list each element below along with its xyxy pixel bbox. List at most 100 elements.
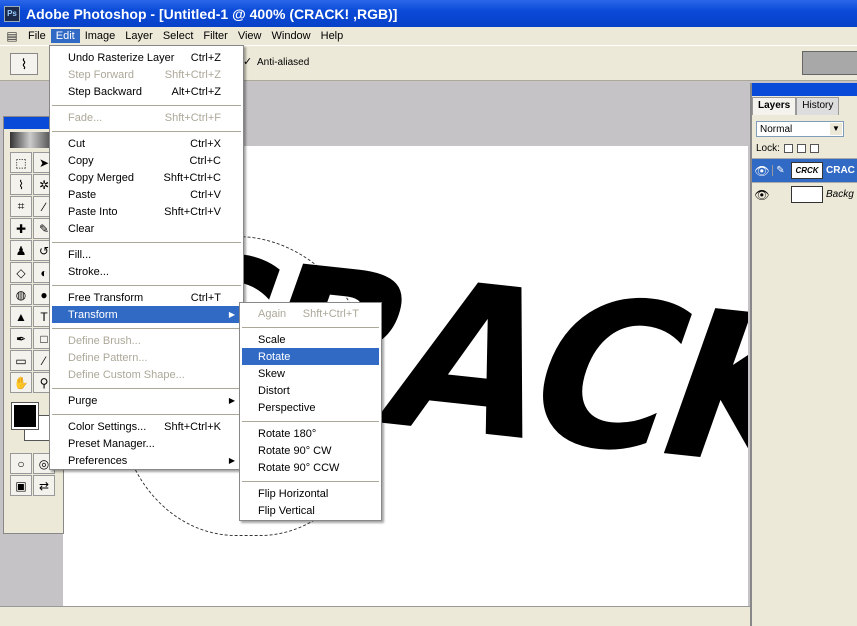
chevron-down-icon[interactable]: ▼ [830,123,842,135]
menu-item-define-pattern[interactable]: Define Pattern... [52,349,241,366]
menu-item-paste[interactable]: Paste Ctrl+V [52,186,241,203]
menu-item-label: Preset Manager... [68,437,155,450]
hand-tool-icon[interactable]: ✋ [10,372,32,393]
blend-mode-select[interactable]: Normal ▼ [756,121,844,137]
menu-item-label: Rotate [258,350,291,363]
menu-item-label: Rotate 180° [258,427,317,440]
menu-view[interactable]: View [233,29,267,43]
menu-item-label: Skew [258,367,285,380]
menu-item-scale[interactable]: Scale [242,331,379,348]
menu-filter[interactable]: Filter [198,29,232,43]
healing-brush-tool-icon[interactable]: ✚ [10,218,32,239]
layer-thumbnail [791,186,823,203]
layer-row[interactable]: 👁 Backg [752,182,857,206]
menu-item-rotate-90-ccw[interactable]: Rotate 90° CCW [242,459,379,476]
notes-tool-icon[interactable]: ▭ [10,350,32,371]
lock-image-checkbox[interactable] [796,144,806,153]
menu-separator [242,326,379,328]
pen-tool-icon[interactable]: ✒ [10,328,32,349]
standard-mode-icon[interactable]: ○ [10,453,32,474]
menu-item-label: Rotate 90° CCW [258,461,340,474]
menu-item-clear[interactable]: Clear [52,220,241,237]
menu-separator [52,284,241,286]
menu-item-label: Step Backward [68,85,142,98]
menu-item-flip-horizontal[interactable]: Flip Horizontal [242,485,379,502]
menu-item-shortcut: Ctrl+X [190,137,221,150]
menu-help[interactable]: Help [316,29,349,43]
menu-item-again[interactable]: Again Shft+Ctrl+T [242,305,379,322]
lock-position-checkbox[interactable] [809,144,819,153]
stamp-tool-icon[interactable]: ♟ [10,240,32,261]
menu-select[interactable]: Select [158,29,199,43]
menu-item-rotate-180[interactable]: Rotate 180° [242,425,379,442]
submenu-arrow-icon: ▶ [228,396,235,405]
menu-item-label: Perspective [258,401,316,414]
menu-edit[interactable]: Edit [50,29,80,43]
menu-item-transform[interactable]: Transform ▶ [52,306,241,323]
layer-name: Backg [826,189,854,200]
antialiased-checkbox[interactable]: ✓ Anti-aliased [243,57,309,69]
menu-item-shortcut: Shft+Ctrl+T [302,307,359,320]
path-selection-tool-icon[interactable]: ▲ [10,306,32,327]
menu-file[interactable]: File [23,29,51,43]
menu-separator [52,130,241,132]
menu-item-fade[interactable]: Fade... Shft+Ctrl+F [52,109,241,126]
menu-item-cut[interactable]: Cut Ctrl+X [52,135,241,152]
tab-history[interactable]: History [796,97,840,115]
menu-item-stroke[interactable]: Stroke... [52,263,241,280]
menu-layer[interactable]: Layer [120,29,158,43]
menu-item-perspective[interactable]: Perspective [242,399,379,416]
marquee-tool-icon[interactable]: ⬚ [10,152,32,173]
menu-item-preferences[interactable]: Preferences ▶ [52,452,241,469]
eye-icon[interactable]: 👁 [752,188,772,202]
menu-item-fill[interactable]: Fill... [52,246,241,263]
lasso-tool-icon[interactable]: ⌇ [10,174,32,195]
color-swatches [10,401,50,445]
menu-image[interactable]: Image [80,29,121,43]
lock-transparency-checkbox[interactable] [783,144,793,153]
toolbox-logo[interactable] [10,132,50,148]
menu-item-undo-rasterize-layer[interactable]: Undo Rasterize Layer Ctrl+Z [52,49,241,66]
tab-layers[interactable]: Layers [752,97,797,115]
menu-item-shortcut: Alt+Ctrl+Z [171,85,221,98]
menu-window[interactable]: Window [267,29,316,43]
palette-well[interactable] [802,51,857,75]
menu-item-distort[interactable]: Distort [242,382,379,399]
menu-item-define-custom-shape[interactable]: Define Custom Shape... [52,366,241,383]
menu-item-skew[interactable]: Skew [242,365,379,382]
menu-item-shortcut: Ctrl+C [189,154,221,167]
menu-item-step-forward[interactable]: Step Forward Shft+Ctrl+Z [52,66,241,83]
menu-item-rotate[interactable]: Rotate [242,348,379,365]
menu-item-preset-manager[interactable]: Preset Manager... [52,435,241,452]
menu-item-rotate-90-cw[interactable]: Rotate 90° CW [242,442,379,459]
layer-row[interactable]: 👁 ✎ CRCK CRAC [752,158,857,182]
menu-item-free-transform[interactable]: Free Transform Ctrl+T [52,289,241,306]
dodge-tool-icon[interactable]: ◍ [10,284,32,305]
menu-separator [52,327,241,329]
layers-panel-titlebar[interactable] [752,83,857,96]
jump-to-imageready-icon[interactable]: ⇄ [33,475,55,496]
crop-tool-icon[interactable]: ⌗ [10,196,32,217]
menu-item-copy-merged[interactable]: Copy Merged Shft+Ctrl+C [52,169,241,186]
foreground-color-swatch[interactable] [11,402,39,430]
menu-item-label: Fill... [68,248,92,261]
photoshop-app-icon[interactable]: Ps [4,5,20,22]
menu-item-define-brush[interactable]: Define Brush... [52,332,241,349]
menu-item-copy[interactable]: Copy Ctrl+C [52,152,241,169]
eye-icon[interactable]: 👁 [752,164,772,178]
menu-separator [52,241,241,243]
eraser-tool-icon[interactable]: ◇ [10,262,32,283]
horizontal-scrollbar[interactable] [0,606,750,626]
lasso-tool-preset-icon[interactable]: ⌇ [10,53,38,75]
document-icon[interactable]: ▤ [4,28,20,44]
menu-item-flip-vertical[interactable]: Flip Vertical [242,502,379,519]
menu-item-purge[interactable]: Purge ▶ [52,392,241,409]
brush-icon: ✎ [772,165,788,176]
menu-item-paste-into[interactable]: Paste Into Shft+Ctrl+V [52,203,241,220]
layer-thumbnail: CRCK [791,162,823,179]
menu-item-step-backward[interactable]: Step Backward Alt+Ctrl+Z [52,83,241,100]
menu-item-label: Cut [68,137,86,150]
menu-item-shortcut: Ctrl+V [190,188,221,201]
screen-mode-icon[interactable]: ▣ [10,475,32,496]
menu-item-color-settings[interactable]: Color Settings... Shft+Ctrl+K [52,418,241,435]
